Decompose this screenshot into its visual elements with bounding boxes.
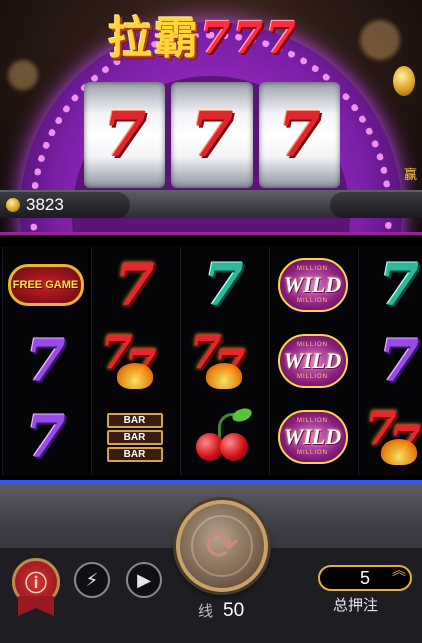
seven-symbol: 7 — [359, 327, 422, 395]
coin-icon — [393, 66, 415, 96]
reel-column: MILLION WILD MILLION MILLION WILD MILLION MILL… — [269, 247, 355, 475]
seven-symbol: 7 — [190, 98, 234, 171]
balance-amount: 3823 — [26, 195, 64, 214]
info-icon: ⓘ — [24, 572, 47, 597]
free-game-symbol: FREE GAME — [6, 251, 86, 319]
wild-text: WILD — [283, 272, 342, 297]
flame-icon — [205, 363, 242, 389]
lines-display: 线 50 — [198, 600, 244, 622]
double-seven: 77 — [359, 405, 422, 469]
bar-label: BAR — [106, 429, 163, 445]
double-seven: 77 — [184, 329, 264, 393]
bar-symbol: BAR BAR BAR — [95, 403, 175, 471]
wild-subtext: MILLION — [296, 374, 328, 380]
wild-symbol: MILLION WILD MILLION — [273, 403, 353, 471]
jackpot-reel: 7 — [258, 82, 340, 188]
reel-column: 777 — [180, 247, 266, 475]
seven-symbol: 7 — [6, 327, 86, 395]
double-seven-symbol: 77 — [359, 403, 422, 471]
wild-badge: MILLION WILD MILLION — [277, 258, 348, 312]
bet-label: 总押注 — [333, 596, 379, 614]
lightning-icon: ⚡ — [85, 569, 99, 591]
double-seven-symbol: 77 — [95, 327, 175, 395]
wild-subtext: MILLION — [296, 450, 328, 456]
wild-text: WILD — [283, 424, 342, 449]
bar-stack: BAR BAR BAR — [106, 412, 163, 462]
seven-symbol: 7 — [6, 403, 86, 471]
spin-button[interactable]: ⟳ — [176, 500, 268, 592]
seven-glyph: 7 — [378, 327, 420, 395]
seven-symbol: 7 — [103, 98, 147, 171]
lines-label: 线 — [198, 602, 214, 620]
wild-text: WILD — [283, 348, 342, 373]
seven-symbol: 7 — [95, 251, 175, 319]
seven-glyph: 7 — [203, 251, 244, 319]
wild-symbol: MILLION WILD MILLION — [273, 251, 353, 319]
seven-symbol: 7 — [184, 251, 264, 319]
wild-symbol: MILLION WILD MILLION — [273, 327, 353, 395]
cherry-part — [219, 433, 248, 461]
reel-column: 7777 — [358, 247, 422, 475]
reel-column: 777BARBARBAR — [91, 247, 177, 475]
refresh-icon: ⟳ — [205, 523, 239, 569]
wild-badge: MILLION WILD MILLION — [277, 334, 348, 388]
double-seven: 77 — [95, 329, 175, 393]
game-title-text: 拉霸 — [108, 13, 200, 64]
win-label: 赢 — [404, 168, 418, 183]
free-game-label: FREE GAME — [7, 264, 84, 306]
seven-glyph: 7 — [378, 251, 420, 319]
balance-display: 3823 — [0, 192, 130, 218]
coin-icon — [6, 198, 20, 212]
cherry-icon — [192, 405, 256, 465]
wild-subtext: MILLION — [296, 298, 328, 304]
reel-window: FREE GAME77777BARBARBAR777MILLIONWILDMIL… — [0, 232, 422, 484]
bar-label: BAR — [106, 412, 163, 428]
win-display — [330, 192, 422, 218]
jackpot-reels: 7 7 7 — [84, 82, 340, 188]
reel-column: FREE GAME 7 7 — [2, 247, 88, 475]
play-icon: ▶ — [137, 569, 151, 591]
reels: FREE GAME77777BARBARBAR777MILLIONWILDMIL… — [0, 247, 422, 475]
flame-icon — [116, 363, 153, 389]
turbo-button[interactable]: ⚡ — [74, 562, 110, 598]
wild-badge: MILLION WILD MILLION — [277, 410, 348, 464]
seven-symbol: 7 — [277, 98, 321, 171]
jackpot-reel: 7 — [171, 82, 253, 188]
lines-value: 50 — [223, 600, 245, 621]
flame-icon — [381, 439, 417, 465]
bet-value: 5 — [359, 567, 370, 588]
game-title-number: 777 — [200, 13, 298, 64]
seven-glyph: 7 — [114, 251, 155, 319]
background-light — [360, 20, 400, 60]
jackpot-reel: 7 — [84, 82, 166, 188]
double-seven-symbol: 77 — [184, 327, 264, 395]
autoplay-button[interactable]: ▶ — [126, 562, 162, 598]
bar-label: BAR — [106, 446, 163, 462]
background-light — [8, 60, 38, 90]
game-title: 拉霸777 — [108, 2, 298, 66]
seven-glyph: 7 — [25, 327, 66, 395]
cherry-symbol — [184, 403, 264, 471]
seven-symbol: 7 — [359, 251, 422, 319]
seven-glyph: 7 — [25, 403, 66, 471]
chevron-up-icon[interactable]: ︽ — [392, 564, 406, 578]
